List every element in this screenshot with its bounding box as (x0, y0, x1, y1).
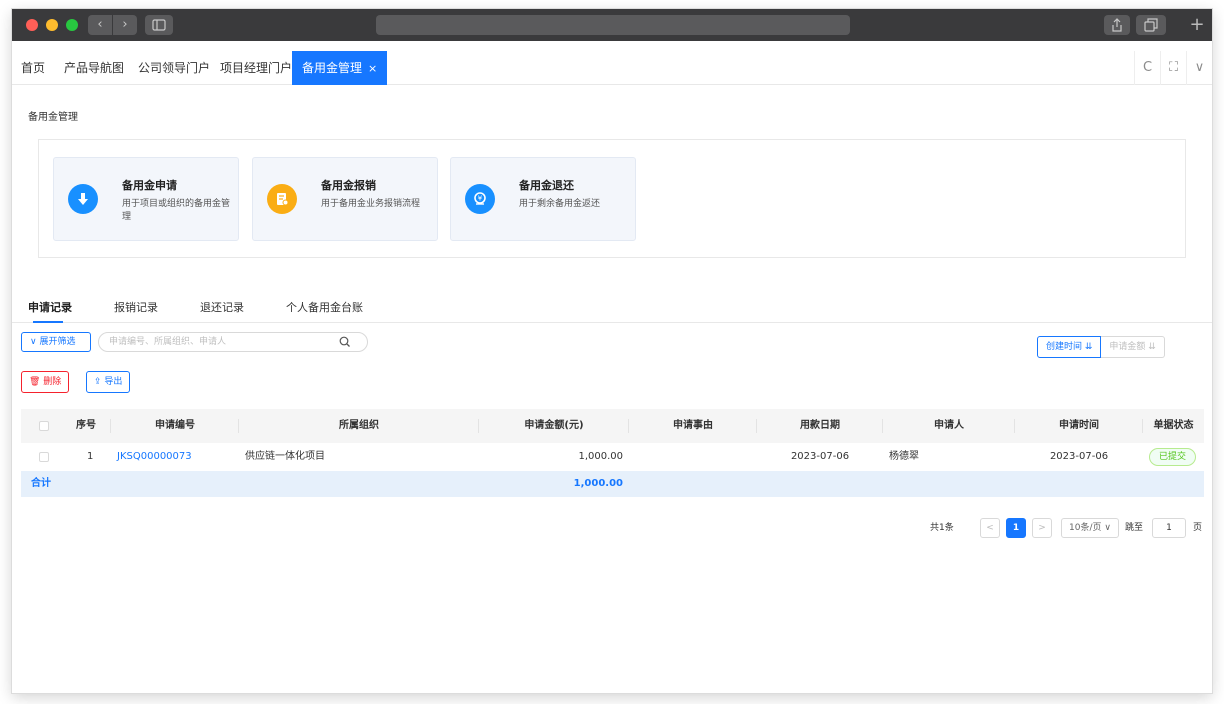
page-1-button[interactable]: 1 (1006, 518, 1026, 538)
col-amount: 申请金额(元) (479, 409, 629, 443)
search-icon[interactable] (338, 335, 352, 349)
total-row: 合计 1,000.00 (21, 471, 1204, 497)
export-button[interactable]: ⇪ 导出 (86, 371, 131, 393)
minimize-window-button[interactable] (46, 19, 58, 31)
sidebar-toggle-icon[interactable] (145, 15, 173, 35)
forward-icon[interactable]: › (113, 15, 137, 35)
quick-cards: 备用金申请 用于项目或组织的备用金管理 备用金报销 用于备用金业务报销流程 ¥ … (38, 139, 1186, 258)
row-index: 1 (87, 451, 94, 462)
card-petty-cash-reimburse[interactable]: 备用金报销 用于备用金业务报销流程 (252, 157, 438, 241)
sort-amount-button[interactable]: 申请金额 ⇊ (1101, 336, 1165, 358)
row-checkbox[interactable] (39, 452, 49, 462)
row-amount: 1,000.00 (578, 451, 623, 462)
table-row[interactable]: 1 JKSQ00000073 供应链一体化项目 1,000.00 2023-07… (21, 443, 1204, 471)
card-desc: 用于项目或组织的备用金管理 (122, 199, 231, 222)
col-apply-time: 申请时间 (1015, 409, 1143, 443)
close-tab-icon[interactable]: × (368, 62, 377, 75)
tab-product-nav[interactable]: 产品导航图 (64, 51, 124, 85)
card-title: 备用金报销 (321, 179, 376, 192)
card-desc: 用于备用金业务报销流程 (321, 199, 421, 209)
active-tab-indicator (33, 321, 63, 323)
card-petty-cash-apply[interactable]: 备用金申请 用于项目或组织的备用金管理 (53, 157, 239, 241)
search-input[interactable] (98, 332, 368, 352)
card-petty-cash-return[interactable]: ¥ 备用金退还 用于剩余备用金返还 (450, 157, 636, 241)
close-window-button[interactable] (26, 19, 38, 31)
prev-page-button[interactable]: < (980, 518, 1000, 538)
row-use-date: 2023-07-06 (790, 451, 850, 462)
back-icon[interactable]: ‹ (88, 15, 112, 35)
tab-petty-cash-label: 备用金管理 (302, 61, 363, 75)
maximize-window-button[interactable] (66, 19, 78, 31)
row-applicant: 杨德翠 (889, 451, 919, 462)
card-title: 备用金申请 (122, 179, 177, 192)
col-status: 单据状态 (1153, 420, 1194, 431)
share-icon[interactable] (1104, 15, 1130, 35)
jump-page-input[interactable]: 1 (1152, 518, 1186, 538)
card-desc: 用于剩余备用金返还 (519, 199, 601, 209)
card-title: 备用金退还 (519, 179, 574, 192)
title-bar: ‹ › + (12, 9, 1212, 41)
tab-return-records[interactable]: 退还记录 (200, 299, 244, 315)
col-applicant: 申请人 (883, 409, 1015, 443)
tab-apply-records[interactable]: 申请记录 (28, 299, 72, 315)
document-icon (267, 184, 297, 214)
status-badge: 已提交 (1149, 448, 1197, 466)
sort-group: 创建时间 ⇊ 申请金额 ⇊ (1037, 336, 1165, 358)
address-bar[interactable] (376, 15, 850, 35)
total-amount: 1,000.00 (573, 478, 623, 489)
pagination-total: 共1条 (930, 523, 954, 533)
page-unit-label: 页 (1193, 523, 1203, 533)
row-org: 供应链一体化项目 (245, 451, 325, 462)
col-index: 序号 (61, 409, 111, 443)
tab-overview-icon[interactable] (1136, 15, 1166, 35)
col-code: 申请编号 (111, 409, 239, 443)
tab-petty-cash[interactable]: 备用金管理 × (292, 51, 388, 85)
tab-pm-portal[interactable]: 项目经理门户 (220, 51, 292, 85)
expand-filter-button[interactable]: ∨ 展开筛选 (21, 332, 91, 352)
tab-home[interactable]: 首页 (21, 51, 45, 85)
record-tabs: 申请记录 报销记录 退还记录 个人备用金台账 (12, 289, 1212, 323)
total-label: 合计 (31, 478, 51, 489)
browser-window: ‹ › + 首页 产品导航图 公司领导门户 项目经理门户 备用金管理 × C ⛶ … (12, 9, 1212, 693)
row-apply-time: 2023-07-06 (1049, 451, 1109, 462)
table-header: 序号 申请编号 所属组织 申请金额(元) 申请事由 用款日期 申请人 申请时间 … (21, 409, 1204, 443)
next-page-button[interactable]: > (1032, 518, 1052, 538)
tab-tools: C ⛶ ∨ (1134, 51, 1212, 85)
jump-label: 跳至 (1125, 523, 1144, 533)
delete-button[interactable]: 🗑 删除 (21, 371, 70, 393)
new-tab-icon[interactable]: + (1184, 13, 1210, 37)
refresh-icon[interactable]: C (1134, 51, 1160, 85)
col-org: 所属组织 (239, 409, 479, 443)
fullscreen-icon[interactable]: ⛶ (1160, 51, 1186, 85)
sort-created-time-button[interactable]: 创建时间 ⇊ (1037, 336, 1102, 358)
tab-reimburse-records[interactable]: 报销记录 (114, 299, 158, 315)
col-reason: 申请事由 (629, 409, 757, 443)
select-all-checkbox[interactable] (39, 421, 49, 431)
download-icon (68, 184, 98, 214)
chevron-down-icon[interactable]: ∨ (1186, 51, 1212, 85)
row-code-link[interactable]: JKSQ00000073 (117, 443, 192, 471)
tab-personal-ledger[interactable]: 个人备用金台账 (286, 299, 363, 315)
app-tab-bar: 首页 产品导航图 公司领导门户 项目经理门户 备用金管理 × C ⛶ ∨ (12, 51, 1212, 85)
tab-leader-portal[interactable]: 公司领导门户 (138, 51, 210, 85)
svg-text:¥: ¥ (478, 195, 483, 203)
page-title: 备用金管理 (28, 112, 78, 123)
page-size-select[interactable]: 10条/页 ∨ (1061, 518, 1119, 538)
col-use-date: 用款日期 (757, 409, 883, 443)
money-icon: ¥ (465, 184, 495, 214)
